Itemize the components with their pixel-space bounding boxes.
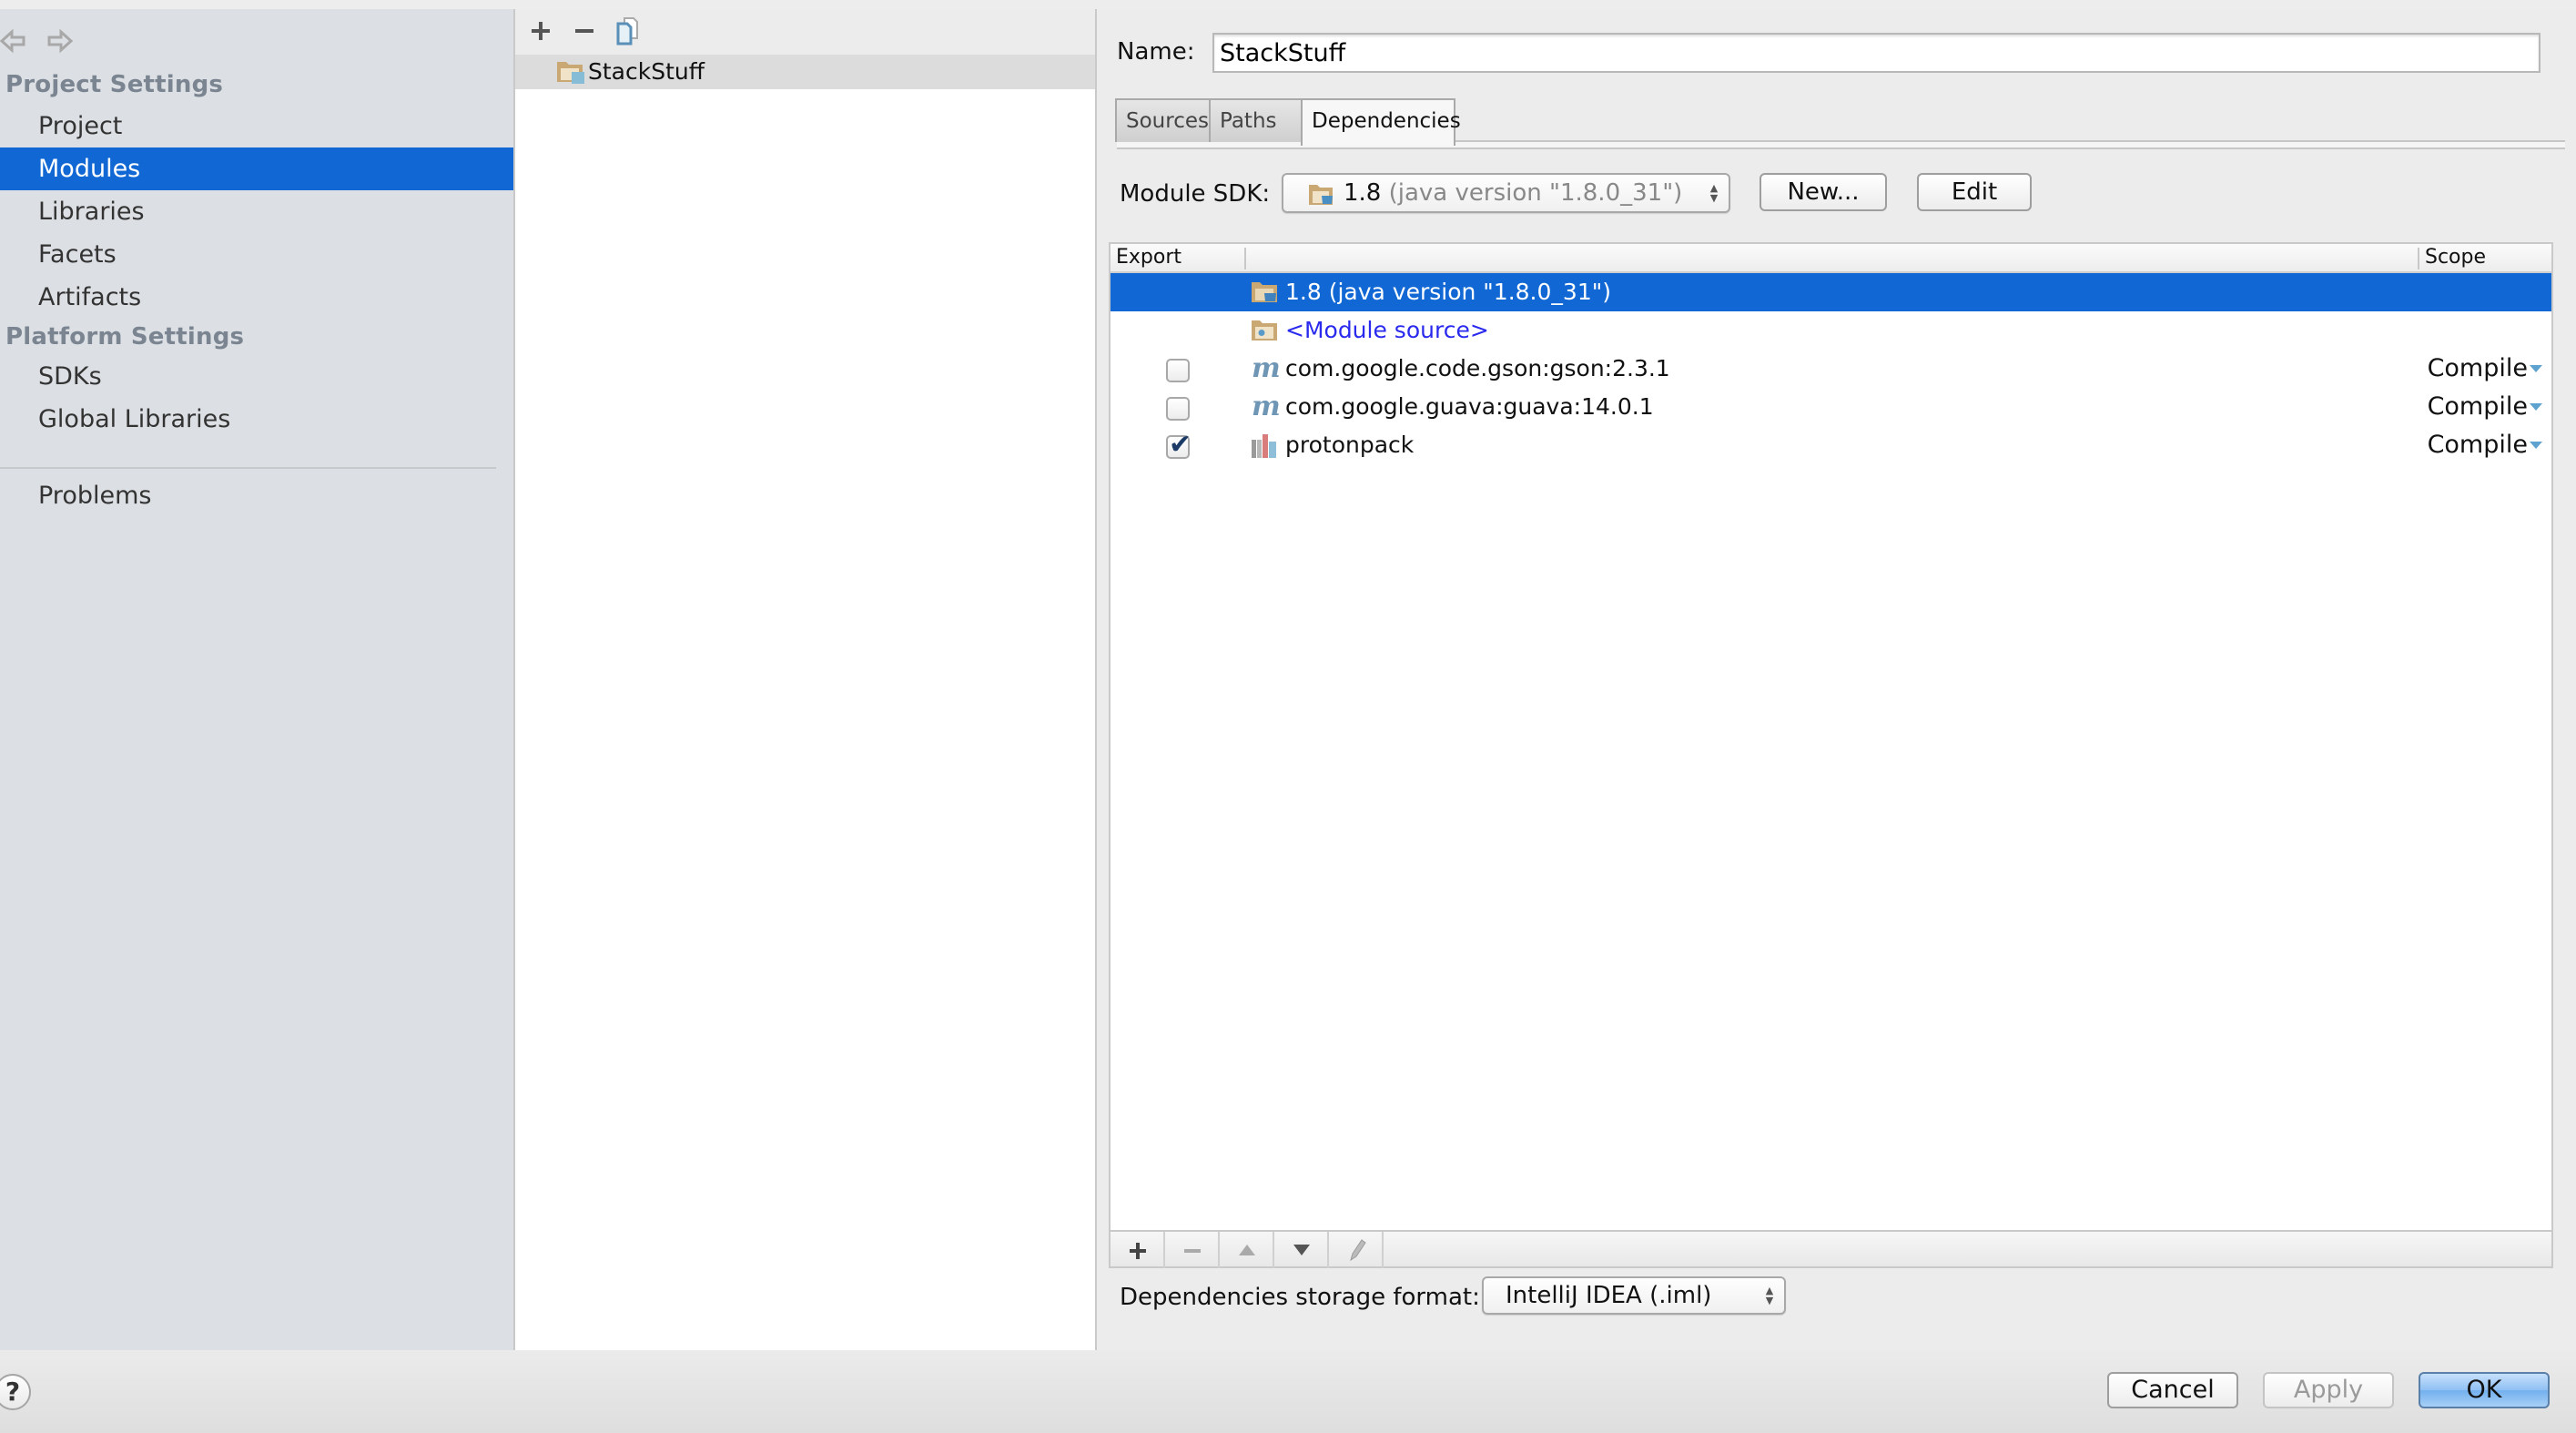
tab-dependencies[interactable]: Dependencies <box>1301 98 1461 146</box>
module-source-icon <box>1252 319 1279 342</box>
add-dependency-button[interactable] <box>1111 1232 1165 1268</box>
chevron-down-icon[interactable] <box>2530 403 2542 411</box>
jdk-icon <box>1252 280 1279 304</box>
sidebar-item-project[interactable]: Project <box>0 105 513 147</box>
table-row[interactable]: protonpack Compile <box>1111 426 2551 464</box>
add-module-button[interactable] <box>524 15 557 47</box>
sidebar-item-problems[interactable]: Problems <box>0 474 513 517</box>
module-tree-item[interactable]: StackStuff <box>515 55 1095 89</box>
column-header-scope[interactable]: Scope <box>2425 244 2486 271</box>
column-separator <box>2418 248 2419 269</box>
platform-settings-header: Platform Settings <box>5 323 245 351</box>
dependency-name: com.google.guava:guava:14.0.1 <box>1285 393 1654 420</box>
module-source-link[interactable]: <Module source> <box>1285 311 1489 350</box>
table-header: Export Scope <box>1111 244 2551 273</box>
sidebar-divider <box>0 467 496 469</box>
dependency-name: 1.8 (java version "1.8.0_31") <box>1285 279 1611 305</box>
back-arrow-icon[interactable] <box>0 27 27 55</box>
remove-dependency-button[interactable] <box>1165 1232 1220 1268</box>
storage-format-value: IntelliJ IDEA (.iml) <box>1506 1282 1712 1309</box>
module-editor-panel: Name: Sources Paths Dependencies Module … <box>1099 9 2576 1350</box>
move-down-button[interactable] <box>1274 1232 1329 1268</box>
column-header-export[interactable]: Export <box>1116 244 1182 271</box>
cancel-button[interactable]: Cancel <box>2107 1372 2238 1408</box>
forward-arrow-icon[interactable] <box>46 27 73 55</box>
dependency-name: com.google.code.gson:gson:2.3.1 <box>1285 355 1670 381</box>
tab-sources[interactable]: Sources <box>1115 98 1211 142</box>
help-button[interactable]: ? <box>0 1374 31 1410</box>
remove-module-button[interactable] <box>568 15 601 47</box>
module-folder-icon <box>557 60 586 84</box>
module-sdk-select[interactable]: 1.8 (java version "1.8.0_31") ▲ ▼ <box>1282 173 1730 213</box>
column-separator <box>1244 248 1246 269</box>
export-checkbox[interactable] <box>1166 397 1190 421</box>
sidebar-item-libraries[interactable]: Libraries <box>0 190 513 233</box>
chevron-down-icon[interactable] <box>2530 442 2542 449</box>
settings-sidebar: Project Settings Project Modules Librari… <box>0 9 515 1350</box>
new-sdk-button[interactable]: New... <box>1760 173 1887 211</box>
module-tree-panel: StackStuff <box>515 9 1097 1350</box>
edit-sdk-button[interactable]: Edit <box>1917 173 2032 211</box>
library-icon <box>1252 434 1277 458</box>
export-checkbox-checked[interactable] <box>1166 429 1192 461</box>
table-row[interactable]: 1.8 (java version "1.8.0_31") <box>1111 273 2551 311</box>
scope-select[interactable]: Compile <box>2428 388 2528 426</box>
tab-paths[interactable]: Paths <box>1209 98 1303 142</box>
dialog-button-bar: ? Cancel Apply OK <box>0 1350 2576 1433</box>
export-checkbox[interactable] <box>1166 359 1190 382</box>
sdk-detail: (java version "1.8.0_31") <box>1388 179 1683 207</box>
ok-button[interactable]: OK <box>2419 1372 2550 1408</box>
module-name-label: StackStuff <box>588 58 705 85</box>
updown-arrows-icon: ▲ ▼ <box>1709 182 1719 204</box>
sidebar-item-modules[interactable]: Modules <box>0 147 513 190</box>
maven-icon: m <box>1252 352 1281 384</box>
dependencies-table: Export Scope 1.8 (java version "1.8.0_31… <box>1109 242 2553 1268</box>
jdk-icon <box>1309 183 1336 207</box>
dependencies-toolbar <box>1111 1230 2551 1268</box>
project-settings-header: Project Settings <box>5 71 224 98</box>
copy-icon[interactable] <box>612 15 644 47</box>
sdk-version: 1.8 <box>1344 179 1382 207</box>
apply-button[interactable]: Apply <box>2263 1372 2394 1408</box>
storage-format-select[interactable]: IntelliJ IDEA (.iml) ▲ ▼ <box>1482 1276 1786 1315</box>
scope-select[interactable]: Compile <box>2428 426 2528 464</box>
name-label: Name: <box>1117 38 1195 66</box>
storage-format-label: Dependencies storage format: <box>1120 1284 1480 1311</box>
chevron-down-icon[interactable] <box>2530 365 2542 372</box>
sidebar-item-artifacts[interactable]: Artifacts <box>0 276 513 319</box>
module-name-input[interactable] <box>1212 33 2541 73</box>
table-row[interactable]: <Module source> <box>1111 311 2551 350</box>
move-up-button[interactable] <box>1220 1232 1274 1268</box>
updown-arrows-icon: ▲ ▼ <box>1765 1285 1774 1306</box>
edit-dependency-button[interactable] <box>1329 1232 1384 1268</box>
module-sdk-label: Module SDK: <box>1120 180 1271 208</box>
table-row[interactable]: m com.google.guava:guava:14.0.1 Compile <box>1111 388 2551 426</box>
sidebar-item-sdks[interactable]: SDKs <box>0 355 513 398</box>
maven-icon: m <box>1252 391 1281 422</box>
dependency-name: protonpack <box>1285 432 1415 458</box>
sidebar-item-global-libraries[interactable]: Global Libraries <box>0 398 513 441</box>
sidebar-item-facets[interactable]: Facets <box>0 233 513 276</box>
scope-select[interactable]: Compile <box>2428 350 2528 388</box>
table-row[interactable]: m com.google.code.gson:gson:2.3.1 Compil… <box>1111 350 2551 388</box>
module-tree-toolbar <box>515 9 1095 55</box>
